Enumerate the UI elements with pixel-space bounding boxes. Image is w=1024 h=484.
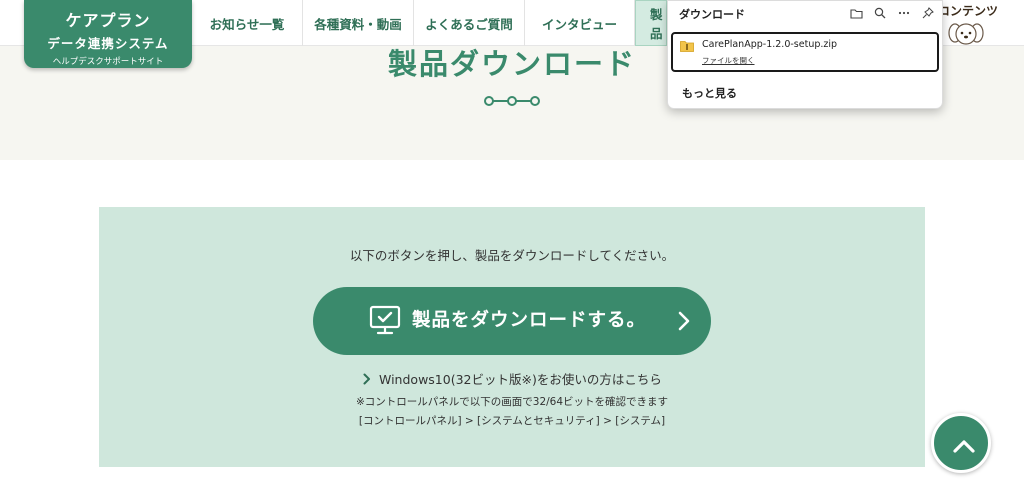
pin-icon[interactable] <box>916 5 940 21</box>
main-nav: お知らせ一覧 各種資料・動画 よくあるご質問 インタビュー 製品 <box>192 0 667 46</box>
logo-line3: ヘルプデスクサポートサイト <box>52 57 164 67</box>
logo-line1: ケアプラン <box>65 11 151 30</box>
monitor-check-icon <box>369 305 401 335</box>
nav-item-product[interactable]: 製品 <box>635 0 667 46</box>
nav-item-faq[interactable]: よくあるご質問 <box>414 0 525 46</box>
scroll-to-top-button[interactable] <box>931 413 991 473</box>
site-logo[interactable]: ケアプラン データ連携システム ヘルプデスクサポートサイト <box>24 0 192 68</box>
open-file-link[interactable]: ファイルを開く <box>702 55 755 66</box>
bitness-path-note: [コントロールパネル] > [システムとセキュリティ] > [システム] <box>358 415 666 427</box>
download-product-button[interactable]: 製品をダウンロードする。 <box>313 287 711 355</box>
downloads-toolbar <box>844 5 940 21</box>
download-button-label: 製品をダウンロードする。 <box>412 310 647 331</box>
title-decoration <box>484 96 540 106</box>
chevron-right-icon <box>363 373 370 384</box>
logo-line2: データ連携システム <box>47 36 169 51</box>
search-icon[interactable] <box>868 5 892 21</box>
windows10-32bit-link-label: Windows10(32ビット版※)をお使いの方はこちら <box>379 372 662 387</box>
downloads-flyout: ダウンロード CarePlanApp-1.2.0-setup.zip ファイルを… <box>667 0 943 109</box>
zip-folder-icon <box>680 41 694 52</box>
nav-item-contents[interactable]: コンテンツ <box>938 2 998 19</box>
windows10-32bit-link[interactable]: Windows10(32ビット版※)をお使いの方はこちら <box>363 369 662 388</box>
download-item[interactable]: CarePlanApp-1.2.0-setup.zip ファイルを開く <box>671 32 939 72</box>
download-instruction: 以下のボタンを押し、製品をダウンロードしてください。 <box>349 248 675 263</box>
chevron-right-icon <box>678 311 690 331</box>
bitness-note: ※コントロールパネルで以下の画面で32/64ビットを確認できます <box>355 396 669 408</box>
see-more-link[interactable]: もっと見る <box>682 85 737 101</box>
downloads-title: ダウンロード <box>679 8 745 21</box>
nav-item-interview[interactable]: インタビュー <box>525 0 635 46</box>
more-icon[interactable] <box>892 5 916 21</box>
nav-item-materials[interactable]: 各種資料・動画 <box>303 0 414 46</box>
download-file-name: CarePlanApp-1.2.0-setup.zip <box>702 39 838 50</box>
folder-icon[interactable] <box>844 5 868 21</box>
chevron-up-icon <box>953 440 975 453</box>
download-panel: 以下のボタンを押し、製品をダウンロードしてください。 製品をダウンロードする。 … <box>99 207 925 467</box>
nav-item-news[interactable]: お知らせ一覧 <box>192 0 303 46</box>
